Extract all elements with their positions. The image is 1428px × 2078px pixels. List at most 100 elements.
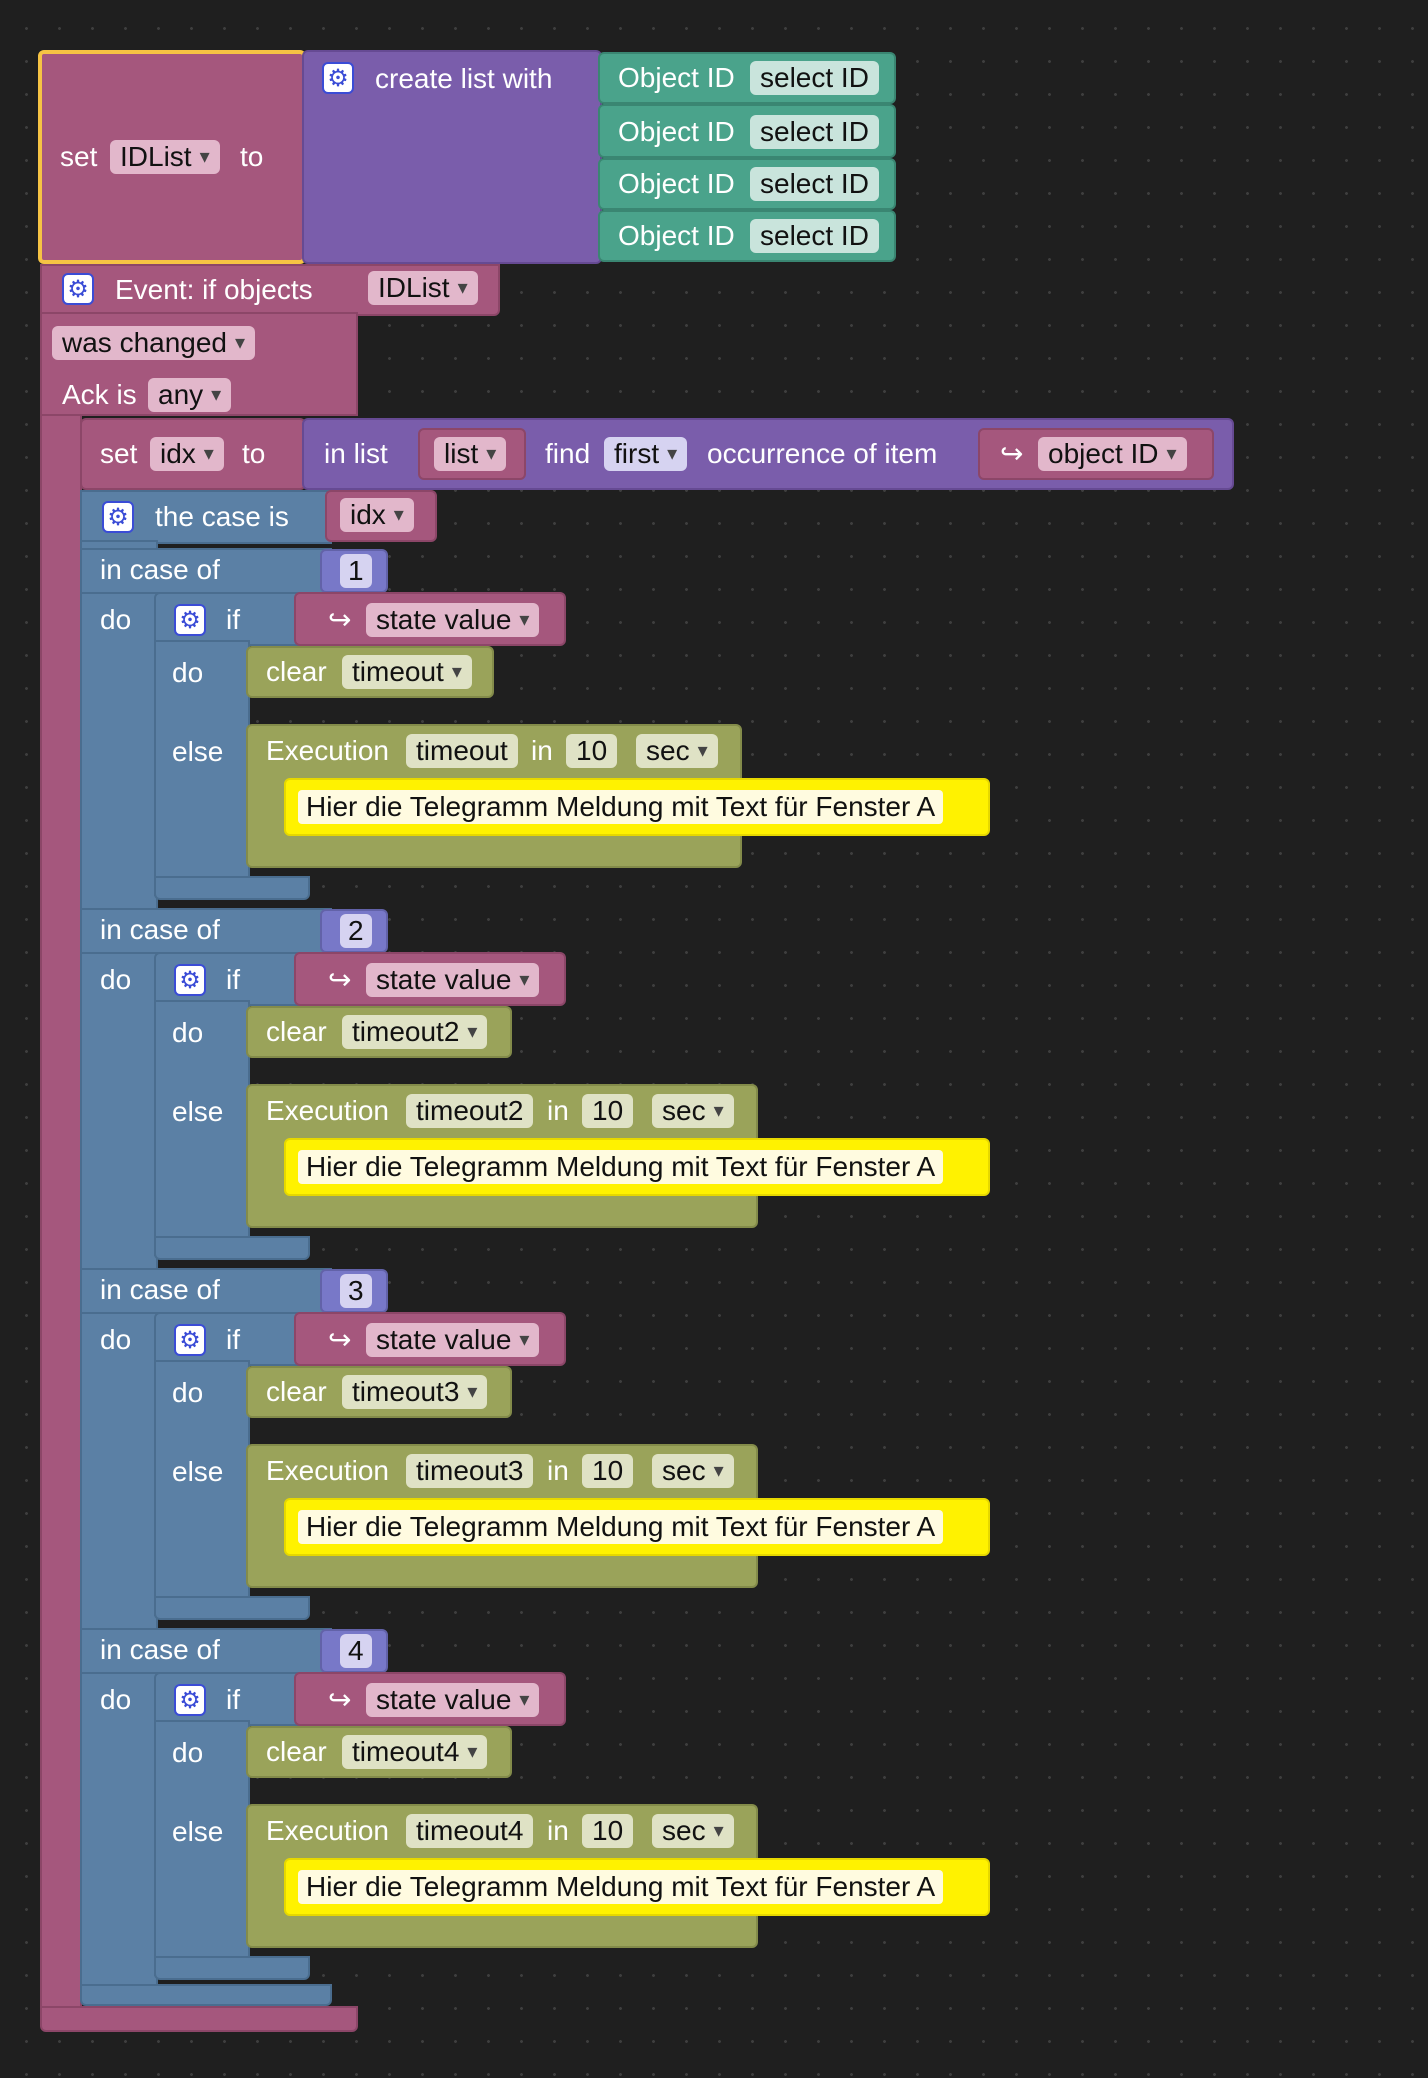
case-number[interactable]: 2 [340,914,372,948]
exec-timeout-field[interactable]: timeout3 [406,1454,534,1488]
condition-return: ↪ [328,1323,359,1357]
if-block-foot [154,1236,310,1260]
idlist-var-dropdown[interactable]: IDList [110,140,220,174]
do-label: do [100,1324,132,1355]
create-list-label: create list with [375,63,553,94]
else-label: else [172,1456,224,1487]
select-id-field[interactable]: select ID [750,115,879,149]
do-label: do [100,604,132,635]
ack-dropdown[interactable]: any [148,378,232,412]
do-label: do [100,964,132,995]
object-id-return: ↪ [1000,437,1031,471]
case-number[interactable]: 1 [340,554,372,588]
timeout-dropdown[interactable]: timeout4 [342,1735,488,1769]
else-label: else [172,736,224,767]
do-label: do [172,657,204,688]
if-label: if [226,1684,240,1715]
execution-label: Execution [266,1095,389,1126]
list-var-dropdown[interactable]: list [434,437,507,471]
condition-return: ↪ [328,1683,359,1717]
message-text[interactable]: Hier die Telegramm Meldung mit Text für … [298,1150,944,1184]
return-arrow-icon: ↪ [1000,437,1024,470]
gear-icon[interactable] [322,62,354,94]
event-var-dropdown[interactable]: IDList [368,271,478,305]
do-label: do [100,1684,132,1715]
switch-block-spine [80,540,158,1988]
execution-label: Execution [266,1815,389,1846]
in-label: in [547,1815,569,1846]
switch-label: the case is [155,501,289,532]
in-case-label: in case of [100,914,220,945]
switch-var-dropdown[interactable]: idx [340,498,414,532]
in-list-label: in list [324,438,388,469]
object-id-label: Object ID [618,220,735,251]
timeout-dropdown[interactable]: timeout3 [342,1375,488,1409]
return-arrow-icon: ↪ [328,1683,352,1716]
gear-icon[interactable] [174,964,206,996]
exec-timeout-field[interactable]: timeout [406,734,518,768]
in-label: in [531,735,553,766]
idx-var-dropdown[interactable]: idx [150,437,224,471]
timeout-dropdown[interactable]: timeout [342,655,472,689]
clear-label: clear [266,1376,327,1407]
to-label: to [242,438,266,469]
case-number[interactable]: 4 [340,1634,372,1668]
state-value-dropdown[interactable]: state value [366,1683,540,1717]
exec-timeout-field[interactable]: timeout4 [406,1814,534,1848]
object-id-dropdown[interactable]: object ID [1038,437,1187,471]
object-id-label: Object ID [618,168,735,199]
do-label: do [172,1017,204,1048]
trigger-dropdown[interactable]: was changed [52,326,256,360]
object-id-label: Object ID [618,62,735,93]
gear-icon[interactable] [174,604,206,636]
gear-icon[interactable] [174,1324,206,1356]
do-label: do [172,1737,204,1768]
delay-field[interactable]: 10 [582,1094,634,1128]
message-text[interactable]: Hier die Telegramm Meldung mit Text für … [298,1510,944,1544]
case-number[interactable]: 3 [340,1274,372,1308]
state-value-dropdown[interactable]: state value [366,1323,540,1357]
delay-field[interactable]: 10 [582,1454,634,1488]
gear-icon[interactable] [102,501,134,533]
condition-return: ↪ [328,963,359,997]
unit-dropdown[interactable]: sec [652,1454,734,1488]
condition-return: ↪ [328,603,359,637]
return-arrow-icon: ↪ [328,963,352,996]
in-case-label: in case of [100,1634,220,1665]
occurrence-label: occurrence of item [707,438,938,469]
if-label: if [226,604,240,635]
switch-block-foot [80,1984,332,2006]
unit-dropdown[interactable]: sec [652,1814,734,1848]
gear-icon[interactable] [174,1684,206,1716]
select-id-field[interactable]: select ID [750,61,879,95]
select-id-field[interactable]: select ID [750,219,879,253]
event-block-foot [40,2006,358,2032]
event-block-spine [40,414,82,2010]
message-text[interactable]: Hier die Telegramm Meldung mit Text für … [298,790,944,824]
unit-dropdown[interactable]: sec [636,734,718,768]
find-mode-dropdown[interactable]: first [604,437,688,471]
if-block-foot [154,1596,310,1620]
gear-icon[interactable] [62,273,94,305]
timeout-dropdown[interactable]: timeout2 [342,1015,488,1049]
state-value-dropdown[interactable]: state value [366,963,540,997]
if-label: if [226,964,240,995]
message-text[interactable]: Hier die Telegramm Meldung mit Text für … [298,1870,944,1904]
delay-field[interactable]: 10 [566,734,618,768]
state-value-dropdown[interactable]: state value [366,603,540,637]
in-label: in [547,1095,569,1126]
exec-timeout-field[interactable]: timeout2 [406,1094,534,1128]
in-case-label: in case of [100,1274,220,1305]
to-label: to [240,141,264,172]
in-label: in [547,1455,569,1486]
set-label: set [100,438,138,469]
in-case-label: in case of [100,554,220,585]
clear-label: clear [266,1016,327,1047]
return-arrow-icon: ↪ [328,603,352,636]
event-label: Event: if objects [115,274,313,305]
set-label: set [60,141,98,172]
unit-dropdown[interactable]: sec [652,1094,734,1128]
select-id-field[interactable]: select ID [750,167,879,201]
object-id-label: Object ID [618,116,735,147]
delay-field[interactable]: 10 [582,1814,634,1848]
